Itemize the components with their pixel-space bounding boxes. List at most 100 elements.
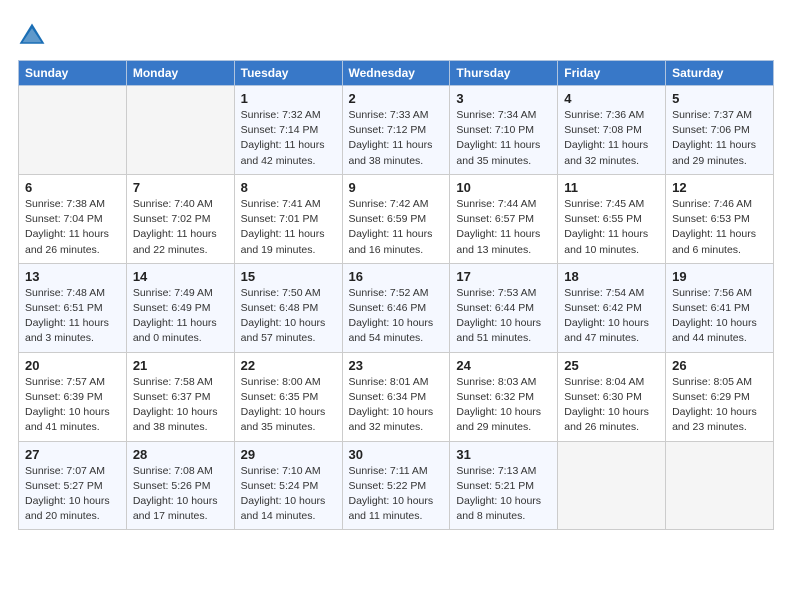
day-number: 21: [133, 358, 228, 373]
day-detail: Sunrise: 7:53 AMSunset: 6:44 PMDaylight:…: [456, 286, 551, 347]
calendar-week-row: 20 Sunrise: 7:57 AMSunset: 6:39 PMDayligh…: [19, 352, 774, 441]
calendar-table: SundayMondayTuesdayWednesdayThursdayFrid…: [18, 60, 774, 530]
day-detail: Sunrise: 7:10 AMSunset: 5:24 PMDaylight:…: [241, 464, 336, 525]
calendar-cell: [558, 441, 666, 530]
day-number: 27: [25, 447, 120, 462]
calendar-cell: 24 Sunrise: 8:03 AMSunset: 6:32 PMDayligh…: [450, 352, 558, 441]
day-detail: Sunrise: 8:03 AMSunset: 6:32 PMDaylight:…: [456, 375, 551, 436]
day-number: 14: [133, 269, 228, 284]
logo-icon: [18, 22, 46, 50]
calendar-cell: 29 Sunrise: 7:10 AMSunset: 5:24 PMDayligh…: [234, 441, 342, 530]
day-detail: Sunrise: 8:00 AMSunset: 6:35 PMDaylight:…: [241, 375, 336, 436]
calendar-cell: 30Sunrise: 7:11 AMSunset: 5:22 PMDayligh…: [342, 441, 450, 530]
calendar-cell: 31 Sunrise: 7:13 AMSunset: 5:21 PMDayligh…: [450, 441, 558, 530]
weekday-header-tuesday: Tuesday: [234, 61, 342, 86]
weekday-header-friday: Friday: [558, 61, 666, 86]
calendar-cell: 5Sunrise: 7:37 AMSunset: 7:06 PMDaylight…: [666, 86, 774, 175]
day-detail: Sunrise: 7:38 AMSunset: 7:04 PMDaylight:…: [25, 197, 120, 258]
day-detail: Sunrise: 7:11 AMSunset: 5:22 PMDaylight:…: [349, 464, 444, 525]
calendar-week-row: 6 Sunrise: 7:38 AMSunset: 7:04 PMDaylight…: [19, 174, 774, 263]
calendar-cell: [666, 441, 774, 530]
calendar-cell: [19, 86, 127, 175]
day-detail: Sunrise: 8:04 AMSunset: 6:30 PMDaylight:…: [564, 375, 659, 436]
day-detail: Sunrise: 7:52 AMSunset: 6:46 PMDaylight:…: [349, 286, 444, 347]
weekday-header-wednesday: Wednesday: [342, 61, 450, 86]
calendar-cell: 11 Sunrise: 7:45 AMSunset: 6:55 PMDayligh…: [558, 174, 666, 263]
day-number: 31: [456, 447, 551, 462]
calendar-cell: 22 Sunrise: 8:00 AMSunset: 6:35 PMDayligh…: [234, 352, 342, 441]
day-number: 28: [133, 447, 228, 462]
day-detail: Sunrise: 7:57 AMSunset: 6:39 PMDaylight:…: [25, 375, 120, 436]
day-number: 15: [241, 269, 336, 284]
calendar-cell: 1Sunrise: 7:32 AMSunset: 7:14 PMDaylight…: [234, 86, 342, 175]
calendar-cell: 20 Sunrise: 7:57 AMSunset: 6:39 PMDayligh…: [19, 352, 127, 441]
calendar-cell: 19 Sunrise: 7:56 AMSunset: 6:41 PMDayligh…: [666, 263, 774, 352]
day-number: 8: [241, 180, 336, 195]
calendar-cell: 7 Sunrise: 7:40 AMSunset: 7:02 PMDaylight…: [126, 174, 234, 263]
day-number: 22: [241, 358, 336, 373]
day-number: 29: [241, 447, 336, 462]
day-detail: Sunrise: 7:40 AMSunset: 7:02 PMDaylight:…: [133, 197, 228, 258]
day-detail: Sunrise: 7:34 AMSunset: 7:10 PMDaylight:…: [456, 108, 551, 169]
day-number: 1: [241, 91, 336, 106]
calendar-cell: 9 Sunrise: 7:42 AMSunset: 6:59 PMDaylight…: [342, 174, 450, 263]
weekday-header-saturday: Saturday: [666, 61, 774, 86]
calendar-cell: 8 Sunrise: 7:41 AMSunset: 7:01 PMDaylight…: [234, 174, 342, 263]
calendar-cell: 13 Sunrise: 7:48 AMSunset: 6:51 PMDayligh…: [19, 263, 127, 352]
calendar-cell: 23 Sunrise: 8:01 AMSunset: 6:34 PMDayligh…: [342, 352, 450, 441]
day-number: 10: [456, 180, 551, 195]
calendar-week-row: 1Sunrise: 7:32 AMSunset: 7:14 PMDaylight…: [19, 86, 774, 175]
day-number: 20: [25, 358, 120, 373]
calendar-cell: 16 Sunrise: 7:52 AMSunset: 6:46 PMDayligh…: [342, 263, 450, 352]
day-detail: Sunrise: 7:44 AMSunset: 6:57 PMDaylight:…: [456, 197, 551, 258]
day-detail: Sunrise: 7:45 AMSunset: 6:55 PMDaylight:…: [564, 197, 659, 258]
calendar-cell: 27Sunrise: 7:07 AMSunset: 5:27 PMDayligh…: [19, 441, 127, 530]
day-number: 7: [133, 180, 228, 195]
calendar-cell: [126, 86, 234, 175]
calendar-week-row: 13 Sunrise: 7:48 AMSunset: 6:51 PMDayligh…: [19, 263, 774, 352]
weekday-header-sunday: Sunday: [19, 61, 127, 86]
calendar-cell: 4 Sunrise: 7:36 AMSunset: 7:08 PMDaylight…: [558, 86, 666, 175]
calendar-cell: 15Sunrise: 7:50 AMSunset: 6:48 PMDayligh…: [234, 263, 342, 352]
day-detail: Sunrise: 7:58 AMSunset: 6:37 PMDaylight:…: [133, 375, 228, 436]
day-number: 9: [349, 180, 444, 195]
calendar-cell: 10 Sunrise: 7:44 AMSunset: 6:57 PMDayligh…: [450, 174, 558, 263]
day-number: 26: [672, 358, 767, 373]
day-detail: Sunrise: 7:46 AMSunset: 6:53 PMDaylight:…: [672, 197, 767, 258]
day-detail: Sunrise: 7:54 AMSunset: 6:42 PMDaylight:…: [564, 286, 659, 347]
calendar-cell: 12 Sunrise: 7:46 AMSunset: 6:53 PMDayligh…: [666, 174, 774, 263]
day-detail: Sunrise: 7:48 AMSunset: 6:51 PMDaylight:…: [25, 286, 120, 347]
day-number: 19: [672, 269, 767, 284]
calendar-cell: 2Sunrise: 7:33 AMSunset: 7:12 PMDaylight…: [342, 86, 450, 175]
day-detail: Sunrise: 7:42 AMSunset: 6:59 PMDaylight:…: [349, 197, 444, 258]
day-detail: Sunrise: 7:41 AMSunset: 7:01 PMDaylight:…: [241, 197, 336, 258]
day-detail: Sunrise: 7:56 AMSunset: 6:41 PMDaylight:…: [672, 286, 767, 347]
calendar-cell: 3Sunrise: 7:34 AMSunset: 7:10 PMDaylight…: [450, 86, 558, 175]
day-number: 5: [672, 91, 767, 106]
day-number: 4: [564, 91, 659, 106]
calendar-cell: 25 Sunrise: 8:04 AMSunset: 6:30 PMDayligh…: [558, 352, 666, 441]
calendar-cell: 28 Sunrise: 7:08 AMSunset: 5:26 PMDayligh…: [126, 441, 234, 530]
calendar-cell: 14Sunrise: 7:49 AMSunset: 6:49 PMDayligh…: [126, 263, 234, 352]
day-detail: Sunrise: 7:08 AMSunset: 5:26 PMDaylight:…: [133, 464, 228, 525]
calendar-week-row: 27Sunrise: 7:07 AMSunset: 5:27 PMDayligh…: [19, 441, 774, 530]
calendar-cell: 26 Sunrise: 8:05 AMSunset: 6:29 PMDayligh…: [666, 352, 774, 441]
calendar-cell: 18Sunrise: 7:54 AMSunset: 6:42 PMDayligh…: [558, 263, 666, 352]
day-number: 11: [564, 180, 659, 195]
day-number: 17: [456, 269, 551, 284]
calendar-header-row: SundayMondayTuesdayWednesdayThursdayFrid…: [19, 61, 774, 86]
calendar-cell: 21 Sunrise: 7:58 AMSunset: 6:37 PMDayligh…: [126, 352, 234, 441]
day-detail: Sunrise: 7:13 AMSunset: 5:21 PMDaylight:…: [456, 464, 551, 525]
calendar-cell: 17 Sunrise: 7:53 AMSunset: 6:44 PMDayligh…: [450, 263, 558, 352]
day-number: 13: [25, 269, 120, 284]
calendar-cell: 6 Sunrise: 7:38 AMSunset: 7:04 PMDaylight…: [19, 174, 127, 263]
day-number: 6: [25, 180, 120, 195]
day-number: 24: [456, 358, 551, 373]
day-detail: Sunrise: 8:01 AMSunset: 6:34 PMDaylight:…: [349, 375, 444, 436]
day-detail: Sunrise: 8:05 AMSunset: 6:29 PMDaylight:…: [672, 375, 767, 436]
day-detail: Sunrise: 7:36 AMSunset: 7:08 PMDaylight:…: [564, 108, 659, 169]
day-number: 25: [564, 358, 659, 373]
day-number: 16: [349, 269, 444, 284]
day-number: 23: [349, 358, 444, 373]
day-number: 12: [672, 180, 767, 195]
